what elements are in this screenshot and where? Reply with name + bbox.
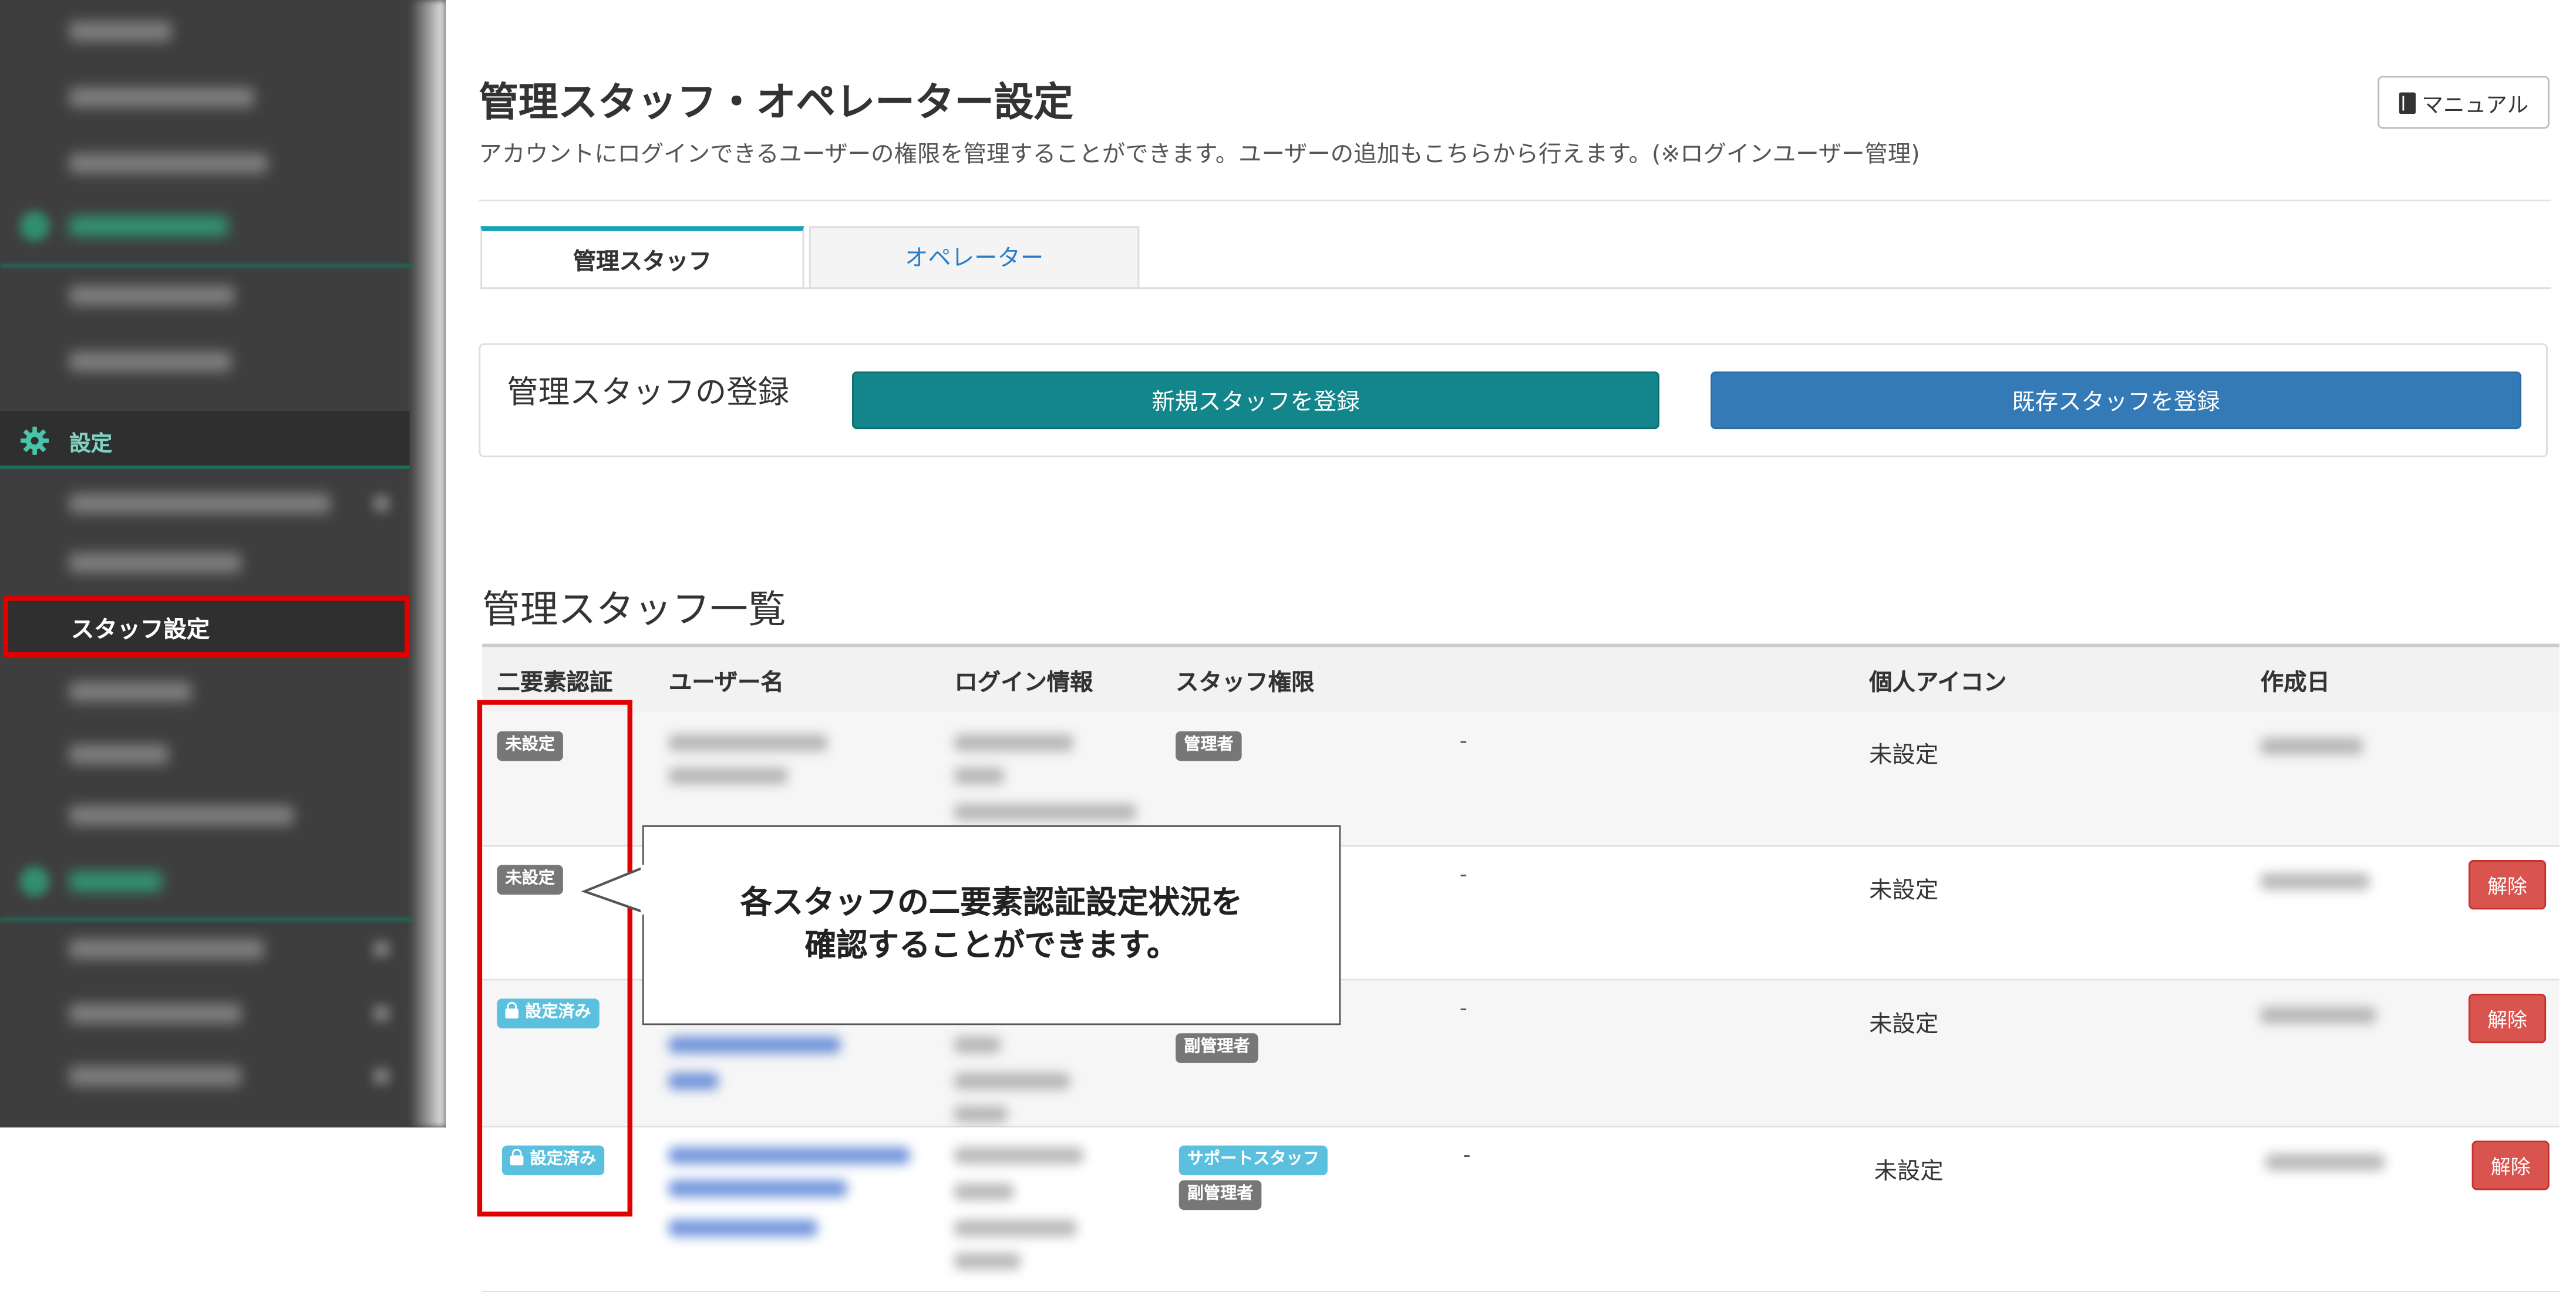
callout-pointer	[581, 865, 647, 915]
sidebar-item-staff-settings[interactable]: スタッフ設定	[3, 596, 410, 657]
sidebar-section-blurred[interactable]	[0, 195, 413, 261]
table-header: 二要素認証 ユーザー名 ログイン情報 スタッフ権限 個人アイコン 作成日	[482, 643, 2560, 711]
sidebar-item-blurred[interactable]	[0, 472, 413, 538]
register-new-staff-button[interactable]: 新規スタッフを登録	[851, 371, 1660, 430]
register-panel: 管理スタッフの登録 新規スタッフを登録 既存スタッフを登録	[479, 343, 2548, 457]
sidebar-settings-label: 設定	[69, 432, 113, 457]
sidebar-item-blurred[interactable]	[0, 784, 413, 850]
sidebar-edge	[409, 0, 446, 1128]
empty-value: -	[1463, 1143, 1471, 1169]
staff-role-badge: 副管理者	[1176, 1033, 1258, 1063]
sidebar-item-blurred[interactable]	[0, 264, 413, 330]
gear-icon	[21, 426, 49, 455]
personal-icon-status: 未設定	[1869, 878, 1939, 905]
personal-icon-status: 未設定	[1869, 743, 1939, 770]
tab-admin-staff[interactable]: 管理スタッフ	[480, 226, 804, 289]
staff-role-badge: 管理者	[1176, 731, 1242, 761]
sidebar-item-blurred[interactable]	[0, 132, 413, 198]
staff-role-badge: 副管理者	[1178, 1180, 1262, 1210]
sidebar: 設定 スタッフ設定	[0, 0, 446, 1128]
sidebar-item-blurred[interactable]	[0, 982, 413, 1048]
annotation-line-1: 各スタッフの二要素認証設定状況を	[740, 884, 1243, 921]
manual-button[interactable]: マニュアル	[2378, 76, 2550, 129]
tabs-underline	[480, 287, 2551, 289]
page-title: 管理スタッフ・オペレーター設定	[479, 79, 1073, 126]
page-description: アカウントにログインできるユーザーの権限を管理することができます。ユーザーの追加…	[479, 141, 1920, 168]
column-header-staff-role: スタッフ権限	[1176, 670, 1315, 697]
sidebar-item-blurred[interactable]	[0, 531, 413, 597]
sidebar-item-blurred[interactable]	[0, 1045, 413, 1111]
book-icon	[2398, 92, 2416, 113]
sidebar-item-blurred[interactable]	[0, 660, 413, 726]
register-title: 管理スタッフの登録	[507, 375, 790, 411]
personal-icon-status: 未設定	[1869, 1011, 1939, 1038]
sidebar-item-blurred[interactable]	[0, 66, 413, 131]
annotation-line-2: 確認することができます。	[804, 926, 1178, 963]
column-header-login-info: ログイン情報	[954, 670, 1093, 697]
sidebar-section-blurred[interactable]	[0, 850, 413, 916]
empty-value: -	[1459, 729, 1468, 755]
callout-pointer-joint	[641, 865, 646, 915]
sidebar-item-blurred[interactable]	[0, 723, 413, 789]
sidebar-item-blurred[interactable]	[0, 917, 413, 983]
staff-role-badge: サポートスタッフ	[1178, 1145, 1328, 1176]
column-header-personal-icon: 個人アイコン	[1869, 670, 2007, 697]
empty-value: -	[1459, 997, 1468, 1022]
header-divider	[479, 200, 2551, 202]
empty-value: -	[1459, 863, 1468, 888]
delete-button[interactable]: 解除	[2468, 860, 2547, 910]
annotation-callout: 各スタッフの二要素認証設定状況を 確認することができます。	[642, 825, 1341, 1025]
register-existing-staff-button[interactable]: 既存スタッフを登録	[1710, 371, 2521, 430]
table-row: 設定済み サポートスタッフ 副管理者 - 未設定 解除	[482, 1127, 2560, 1292]
staff-list-title: 管理スタッフ一覧	[482, 589, 786, 632]
delete-button[interactable]: 解除	[2468, 993, 2547, 1044]
sidebar-staff-settings-label: スタッフ設定	[70, 617, 210, 644]
tab-operator[interactable]: オペレーター	[809, 226, 1140, 289]
two-factor-column-highlight	[477, 700, 632, 1217]
sidebar-item-blurred[interactable]	[0, 0, 413, 66]
column-header-two-factor: 二要素認証	[497, 670, 613, 697]
sidebar-item-blurred[interactable]	[0, 330, 413, 396]
personal-icon-status: 未設定	[1874, 1159, 1944, 1186]
sidebar-section-settings[interactable]: 設定	[0, 411, 410, 469]
column-header-username: ユーザー名	[668, 670, 784, 697]
column-header-created-date: 作成日	[2260, 670, 2330, 697]
manual-button-label: マニュアル	[2422, 93, 2529, 119]
delete-button[interactable]: 解除	[2471, 1141, 2550, 1190]
